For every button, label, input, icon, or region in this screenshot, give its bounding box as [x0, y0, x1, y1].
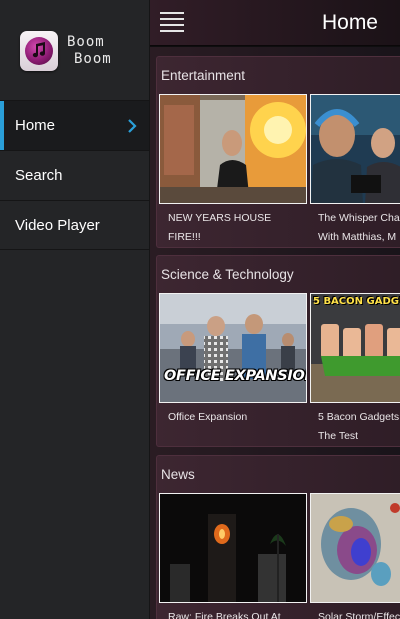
sidebar-item-label: Search [15, 167, 63, 184]
sidebar-item-label: Home [15, 117, 56, 134]
top-bar: Home [150, 0, 400, 46]
hamburger-menu-icon[interactable] [160, 12, 184, 32]
logo-line-2: Boom [74, 51, 112, 67]
sidebar-item-search[interactable]: Search [0, 150, 149, 200]
thumbnail-caption: OFFICE EXPANSION [164, 368, 307, 384]
page-title: Home [321, 11, 378, 34]
video-thumbnail[interactable] [159, 493, 307, 603]
thumbnail-caption: 5 BACON GADGETS [313, 296, 400, 307]
music-note-icon [20, 31, 58, 71]
section-science-technology: Science & Technology OFFICE EXPANSION Of… [156, 255, 400, 447]
video-card[interactable]: The Whisper Cha With Matthias, M [310, 94, 400, 246]
video-thumbnail[interactable] [310, 94, 400, 204]
sidebar-item-video-player[interactable]: Video Player [0, 200, 149, 250]
video-title: The Whisper Cha With Matthias, M [318, 212, 400, 243]
sidebar: Boom Boom Home Search Video Player [0, 0, 150, 619]
video-card[interactable]: NEW YEARS HOUSE FIRE!!! [159, 94, 307, 246]
chevron-right-icon [128, 119, 137, 133]
section-title: News [161, 467, 195, 482]
sidebar-nav: Home Search Video Player [0, 100, 149, 250]
video-thumbnail[interactable]: OFFICE EXPANSION [159, 293, 307, 403]
logo-line-1: Boom [67, 34, 105, 50]
video-card[interactable]: OFFICE EXPANSION Office Expansion [159, 293, 307, 427]
video-card[interactable]: Solar Storm/Effec [310, 493, 400, 619]
video-title: Solar Storm/Effec [318, 611, 400, 619]
app-logo: Boom Boom [20, 30, 140, 74]
app-logo-text: Boom Boom [67, 34, 137, 68]
video-thumbnail[interactable]: 5 BACON GADGETS [310, 293, 400, 403]
video-title: Raw: Fire Breaks Out At [168, 611, 281, 619]
section-title: Science & Technology [161, 267, 294, 282]
content-area[interactable]: Entertainment NEW YEARS HOUSE FIRE!!! Th… [150, 47, 400, 619]
section-entertainment: Entertainment NEW YEARS HOUSE FIRE!!! Th… [156, 56, 400, 248]
video-card[interactable]: Raw: Fire Breaks Out At [159, 493, 307, 619]
video-title: Office Expansion [168, 411, 248, 423]
video-thumbnail[interactable] [159, 94, 307, 204]
video-title: 5 Bacon Gadgets The Test [318, 411, 400, 442]
video-thumbnail[interactable] [310, 493, 400, 603]
video-title: NEW YEARS HOUSE FIRE!!! [168, 212, 272, 243]
sidebar-item-home[interactable]: Home [0, 100, 149, 150]
video-card[interactable]: 5 BACON GADGETS 5 Bacon Gadgets The Test [310, 293, 400, 445]
section-news: News Raw: Fire Breaks Out At Solar Storm… [156, 455, 400, 619]
sidebar-item-label: Video Player [15, 217, 100, 234]
section-title: Entertainment [161, 68, 246, 83]
